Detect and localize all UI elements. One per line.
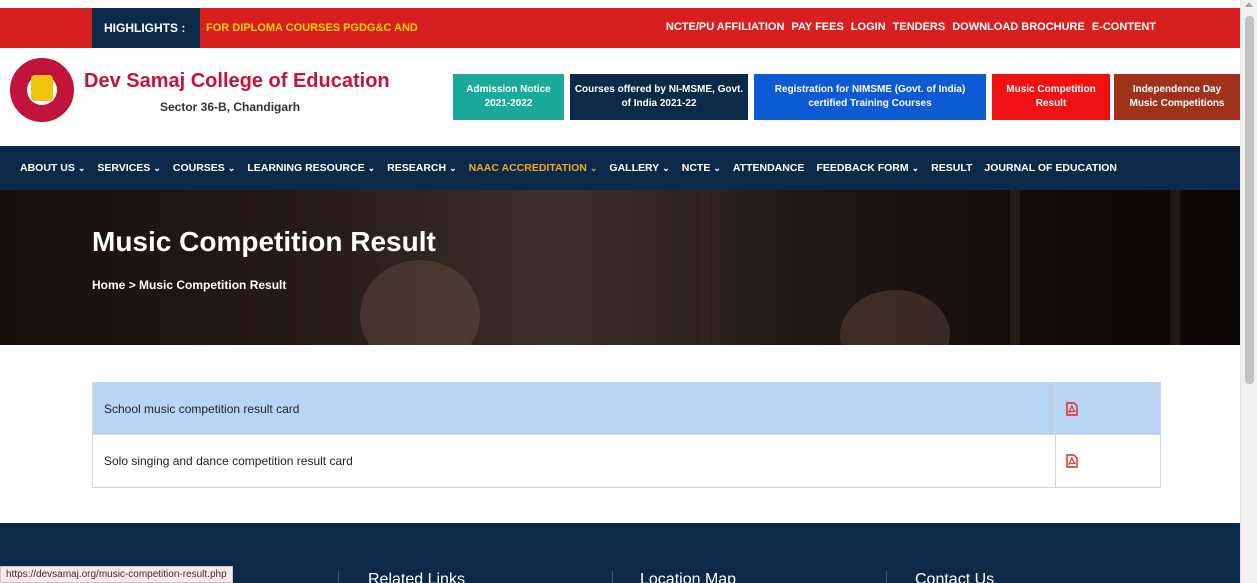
footer-heading-contact-us: Contact Us [915, 571, 995, 583]
footer-divider [886, 571, 887, 583]
notice-independence-day[interactable]: Independence Day Music Competitions [1114, 74, 1240, 120]
result-title: School music competition result card [93, 383, 1056, 434]
chevron-down-icon: ⌄ [77, 163, 86, 173]
chevron-down-icon: ⌄ [227, 163, 236, 173]
scrollbar-thumb[interactable] [1245, 16, 1254, 384]
nav-attendance[interactable]: ATTENDANCE [733, 162, 805, 174]
status-url-tooltip: https://devsamaj.org/music-competition-r… [0, 566, 233, 583]
top-bar: HIGHLIGHTS : FOR DIPLOMA COURSES PGDG&C … [0, 8, 1240, 48]
main-nav: ABOUT US ⌄ SERVICES ⌄ COURSES ⌄ LEARNING RE… [0, 146, 1240, 190]
footer-divider [338, 571, 339, 583]
pdf-icon[interactable] [1066, 454, 1078, 468]
top-link-download-brochure[interactable]: DOWNLOAD BROCHURE [952, 8, 1085, 46]
scroll-up-arrow-icon[interactable] [1245, 2, 1253, 7]
nav-about-us[interactable]: ABOUT US ⌄ [20, 162, 85, 174]
nav-naac-accreditation[interactable]: NAAC ACCREDITATION ⌄ [469, 162, 598, 174]
nav-feedback-form[interactable]: FEEDBACK FORM ⌄ [816, 162, 919, 174]
footer-divider [612, 571, 613, 583]
nav-result[interactable]: RESULT [931, 162, 972, 174]
breadcrumb: Home > Music Competition Result [92, 278, 286, 292]
notice-ni-msme-courses[interactable]: Courses offered by NI-MSME, Govt. of Ind… [570, 74, 748, 120]
results-table: School music competition result card Sol… [92, 382, 1161, 488]
top-link-pay-fees[interactable]: PAY FEES [791, 8, 843, 46]
chevron-down-icon: ⌄ [367, 163, 376, 173]
college-name[interactable]: Dev Samaj College of Education [84, 70, 390, 93]
breadcrumb-current: Music Competition Result [139, 278, 287, 292]
nav-label: COURSES [172, 162, 225, 174]
nav-learning-resource[interactable]: LEARNING RESOURCE ⌄ [247, 162, 375, 174]
footer-heading-related-links: Related Links [368, 571, 465, 583]
nav-ncte[interactable]: NCTE ⌄ [682, 162, 721, 174]
nav-label: LEARNING RESOURCE [247, 162, 365, 174]
nav-label: NAAC ACCREDITATION [468, 162, 587, 174]
table-row: Solo singing and dance competition resul… [93, 435, 1160, 487]
top-link-login[interactable]: LOGIN [851, 8, 886, 46]
top-links: NCTE/PU AFFILIATION PAY FEES LOGIN TENDE… [666, 8, 1156, 46]
college-logo[interactable] [10, 58, 74, 122]
chevron-down-icon: ⌄ [153, 163, 161, 173]
page-title: Music Competition Result [92, 226, 436, 257]
nav-label: FEEDBACK FORM [816, 162, 909, 174]
top-link-tenders[interactable]: TENDERS [893, 8, 946, 46]
chevron-down-icon: ⌄ [713, 163, 721, 173]
vertical-scrollbar[interactable] [1240, 0, 1257, 583]
chevron-down-icon: ⌄ [911, 163, 920, 173]
footer-heading-location-map: Location Map [640, 571, 737, 583]
nav-label: ATTENDANCE [732, 162, 805, 174]
notice-music-competition-result[interactable]: Music Competition Result [992, 74, 1110, 120]
nav-label: JOURNAL OF EDUCATION [984, 162, 1118, 174]
breadcrumb-home[interactable]: Home [92, 278, 125, 292]
highlights-label: HIGHLIGHTS : [92, 8, 200, 48]
nav-journal-of-education[interactable]: JOURNAL OF EDUCATION [984, 162, 1117, 174]
top-link-ncte-affiliation[interactable]: NCTE/PU AFFILIATION [666, 8, 785, 46]
nav-label: NCTE [681, 162, 711, 174]
nav-label: RESULT [931, 162, 973, 174]
chevron-down-icon: ⌄ [662, 163, 670, 173]
chevron-down-icon: ⌄ [449, 163, 457, 173]
download-cell [1056, 383, 1160, 434]
download-cell [1056, 435, 1160, 487]
top-link-e-content[interactable]: E-CONTENT [1092, 8, 1156, 46]
nav-label: ABOUT US [20, 162, 75, 174]
page: HIGHLIGHTS : FOR DIPLOMA COURSES PGDG&C … [0, 0, 1257, 583]
notice-admission[interactable]: Admission Notice 2021-2022 [453, 74, 564, 120]
nav-label: RESEARCH [387, 162, 447, 174]
nav-courses[interactable]: COURSES ⌄ [173, 162, 235, 174]
nav-services[interactable]: SERVICES ⌄ [97, 162, 160, 174]
college-address: Sector 36-B, Chandigarh [160, 100, 301, 114]
banner-overlay [0, 190, 1240, 345]
chevron-down-icon: ⌄ [589, 163, 598, 173]
table-row: School music competition result card [93, 383, 1160, 435]
nav-label: SERVICES [97, 162, 151, 174]
nav-gallery[interactable]: GALLERY ⌄ [609, 162, 669, 174]
highlights-ticker[interactable]: FOR DIPLOMA COURSES PGDG&C AND [206, 8, 418, 48]
notice-nimsme-registration[interactable]: Registration for NIMSME (Govt. of India)… [754, 74, 986, 120]
page-banner: Music Competition Result Home > Music Co… [0, 190, 1240, 345]
nav-label: GALLERY [609, 162, 660, 174]
nav-research[interactable]: RESEARCH ⌄ [387, 162, 456, 174]
pdf-icon[interactable] [1066, 401, 1078, 416]
site-header: Dev Samaj College of Education Sector 36… [0, 48, 1240, 146]
result-title: Solo singing and dance competition resul… [93, 435, 1056, 487]
breadcrumb-separator: > [128, 278, 136, 292]
